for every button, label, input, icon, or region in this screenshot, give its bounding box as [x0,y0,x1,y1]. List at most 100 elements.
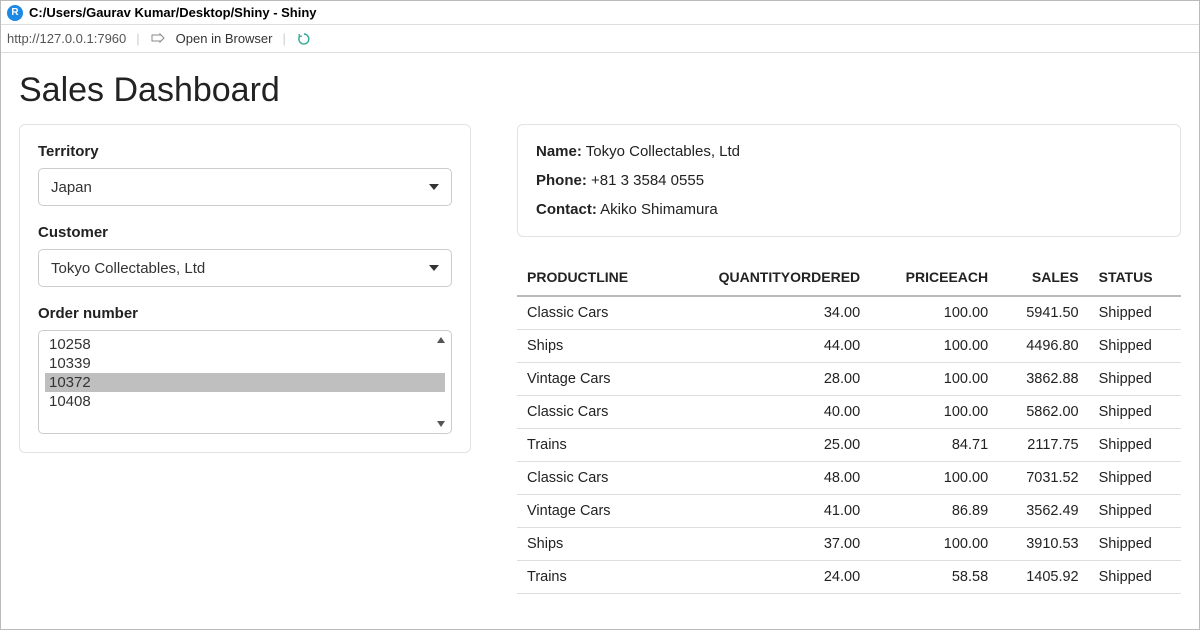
cell-status: Shipped [1089,528,1181,561]
col-price: PRICEEACH [870,261,998,296]
cell-price: 100.00 [870,462,998,495]
cell-price: 86.89 [870,495,998,528]
customer-label: Customer [38,224,452,241]
cell-status: Shipped [1089,396,1181,429]
cell-qty: 25.00 [668,429,870,462]
cell-productline: Classic Cars [517,296,668,330]
page-content: Sales Dashboard Territory Japan Customer… [1,53,1199,594]
table-row: Ships37.00100.003910.53Shipped [517,528,1181,561]
cell-qty: 40.00 [668,396,870,429]
cell-productline: Ships [517,330,668,363]
info-phone-label: Phone: [536,172,587,189]
territory-select[interactable]: Japan [38,168,452,206]
page-title: Sales Dashboard [19,71,1181,110]
order-listbox[interactable]: 10258103391037210408 [38,330,452,434]
cell-status: Shipped [1089,363,1181,396]
cell-productline: Trains [517,429,668,462]
caret-down-icon [429,265,439,271]
table-row: Trains24.0058.581405.92Shipped [517,561,1181,594]
window-title: C:/Users/Gaurav Kumar/Desktop/Shiny - Sh… [29,5,317,20]
order-group: Order number 10258103391037210408 [38,305,452,434]
cell-status: Shipped [1089,561,1181,594]
col-status: STATUS [1089,261,1181,296]
table-row: Vintage Cars28.00100.003862.88Shipped [517,363,1181,396]
right-panel: Name: Tokyo Collectables, Ltd Phone: +81… [517,124,1181,594]
cell-qty: 44.00 [668,330,870,363]
cell-sales: 3862.88 [998,363,1088,396]
info-name-value: Tokyo Collectables, Ltd [586,143,740,160]
window-toolbar: http://127.0.0.1:7960 | Open in Browser … [1,25,1199,53]
cell-qty: 41.00 [668,495,870,528]
table-row: Classic Cars48.00100.007031.52Shipped [517,462,1181,495]
table-row: Classic Cars34.00100.005941.50Shipped [517,296,1181,330]
table-row: Vintage Cars41.0086.893562.49Shipped [517,495,1181,528]
scroll-down-icon[interactable] [437,421,445,427]
cell-price: 100.00 [870,296,998,330]
cell-price: 58.58 [870,561,998,594]
info-name: Name: Tokyo Collectables, Ltd [536,143,1162,160]
cell-sales: 3562.49 [998,495,1088,528]
cell-productline: Vintage Cars [517,363,668,396]
cell-sales: 3910.53 [998,528,1088,561]
order-option[interactable]: 10339 [45,354,445,373]
cell-productline: Vintage Cars [517,495,668,528]
cell-productline: Trains [517,561,668,594]
order-option[interactable]: 10408 [45,392,445,411]
r-app-icon: R [7,5,23,21]
customer-group: Customer Tokyo Collectables, Ltd [38,224,452,287]
customer-info-card: Name: Tokyo Collectables, Ltd Phone: +81… [517,124,1181,237]
customer-value: Tokyo Collectables, Ltd [51,260,205,277]
cell-qty: 37.00 [668,528,870,561]
cell-price: 100.00 [870,330,998,363]
toolbar-separator-2: | [283,31,286,46]
cell-productline: Ships [517,528,668,561]
table-row: Ships44.00100.004496.80Shipped [517,330,1181,363]
cell-qty: 34.00 [668,296,870,330]
territory-label: Territory [38,143,452,160]
cell-price: 84.71 [870,429,998,462]
cell-sales: 5862.00 [998,396,1088,429]
cell-productline: Classic Cars [517,462,668,495]
info-phone-value: +81 3 3584 0555 [591,172,704,189]
cell-status: Shipped [1089,429,1181,462]
table-row: Classic Cars40.00100.005862.00Shipped [517,396,1181,429]
scroll-up-icon[interactable] [437,337,445,343]
col-sales: SALES [998,261,1088,296]
info-contact: Contact: Akiko Shimamura [536,201,1162,218]
cell-qty: 24.00 [668,561,870,594]
cell-sales: 4496.80 [998,330,1088,363]
info-phone: Phone: +81 3 3584 0555 [536,172,1162,189]
table-row: Trains25.0084.712117.75Shipped [517,429,1181,462]
col-qty: QUANTITYORDERED [668,261,870,296]
cell-status: Shipped [1089,462,1181,495]
cell-qty: 48.00 [668,462,870,495]
cell-sales: 1405.92 [998,561,1088,594]
window-titlebar: R C:/Users/Gaurav Kumar/Desktop/Shiny - … [1,1,1199,25]
info-contact-label: Contact: [536,201,597,218]
refresh-icon[interactable] [296,31,312,47]
order-label: Order number [38,305,452,322]
cell-price: 100.00 [870,396,998,429]
cell-status: Shipped [1089,330,1181,363]
cell-status: Shipped [1089,495,1181,528]
toolbar-separator: | [136,31,139,46]
open-browser-icon[interactable] [150,31,166,47]
cell-qty: 28.00 [668,363,870,396]
url-text: http://127.0.0.1:7960 [7,31,126,46]
filter-panel: Territory Japan Customer Tokyo Collectab… [19,124,471,453]
customer-select[interactable]: Tokyo Collectables, Ltd [38,249,452,287]
cell-sales: 7031.52 [998,462,1088,495]
cell-sales: 5941.50 [998,296,1088,330]
cell-price: 100.00 [870,363,998,396]
territory-group: Territory Japan [38,143,452,206]
order-option[interactable]: 10372 [45,373,445,392]
cell-price: 100.00 [870,528,998,561]
col-productline: PRODUCTLINE [517,261,668,296]
open-in-browser-link[interactable]: Open in Browser [176,31,273,46]
cell-sales: 2117.75 [998,429,1088,462]
caret-down-icon [429,184,439,190]
territory-value: Japan [51,179,92,196]
order-option[interactable]: 10258 [45,335,445,354]
cell-status: Shipped [1089,296,1181,330]
info-name-label: Name: [536,143,582,160]
